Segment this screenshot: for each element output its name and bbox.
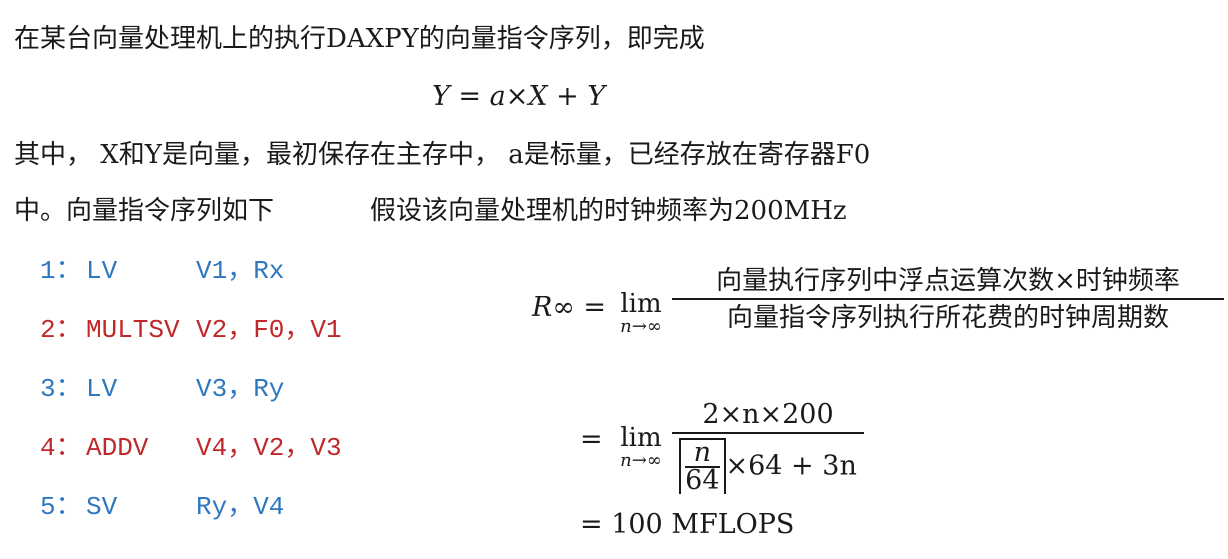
formula-lhs: R∞ = xyxy=(532,292,607,323)
fraction-1-numerator: 向量执行序列中浮点运算次数×时钟频率 xyxy=(716,266,1180,296)
ceil-denominator: 64 xyxy=(685,465,720,496)
daxpy-equation: Y = a×X + Y xyxy=(432,81,606,112)
instruction-number: 5： xyxy=(40,492,82,522)
lim-subscript: n→∞ xyxy=(620,316,662,337)
instruction-args: Ry，V4 xyxy=(196,492,285,522)
instruction-args: V4，V2，V3 xyxy=(196,433,342,463)
instruction-op: MULTSV xyxy=(86,315,180,345)
instruction-op: LV xyxy=(86,256,118,286)
fraction-2-denominator: n 64 ×64 + 3n xyxy=(672,434,864,494)
formula-eq2: = xyxy=(580,424,603,455)
instruction-args: V3，Ry xyxy=(196,374,285,404)
fraction-1-denominator: 向量指令序列执行所花费的时钟周期数 xyxy=(726,303,1169,333)
instruction-number: 2： xyxy=(40,315,82,345)
fraction-2-denominator-tail: ×64 + 3n xyxy=(725,450,857,482)
lim-word: lim xyxy=(620,423,662,453)
instruction-number: 1： xyxy=(40,256,82,286)
fraction-2: 2×n×200 n 64 ×64 + 3n xyxy=(672,398,864,494)
instruction-number: 4： xyxy=(40,433,82,463)
instruction-op: SV xyxy=(86,492,118,522)
intro-line-3: 中。向量指令序列如下 xyxy=(14,196,275,226)
intro-line-1: 在某台向量处理机上的执行DAXPY的向量指令序列，即完成 xyxy=(14,24,705,54)
limit-2: lim n→∞ xyxy=(612,424,670,470)
lim-subscript: n→∞ xyxy=(620,450,662,471)
instruction-op: LV xyxy=(86,374,118,404)
fraction-1: 向量执行序列中浮点运算次数×时钟频率 向量指令序列执行所花费的时钟周期数 xyxy=(672,264,1224,336)
formula-result: = 100 MFLOPS xyxy=(580,509,795,540)
ceil-numerator: n xyxy=(693,437,712,468)
fraction-2-numerator: 2×n×200 xyxy=(702,399,834,430)
lim-word: lim xyxy=(620,289,662,319)
instruction-op: ADDV xyxy=(86,433,149,463)
ceiling-brackets: n 64 xyxy=(679,437,726,496)
instruction-args: V2，F0，V1 xyxy=(196,315,342,345)
instruction-number: 3： xyxy=(40,374,82,404)
limit-1: lim n→∞ xyxy=(612,290,670,336)
intro-line-2: 其中， X和Y是向量，最初保存在主存中， a是标量，已经存放在寄存器F0 xyxy=(14,140,871,170)
instruction-args: V1，Rx xyxy=(196,256,285,286)
intro-line-3-clock: 假设该向量处理机的时钟频率为200MHz xyxy=(370,196,847,226)
